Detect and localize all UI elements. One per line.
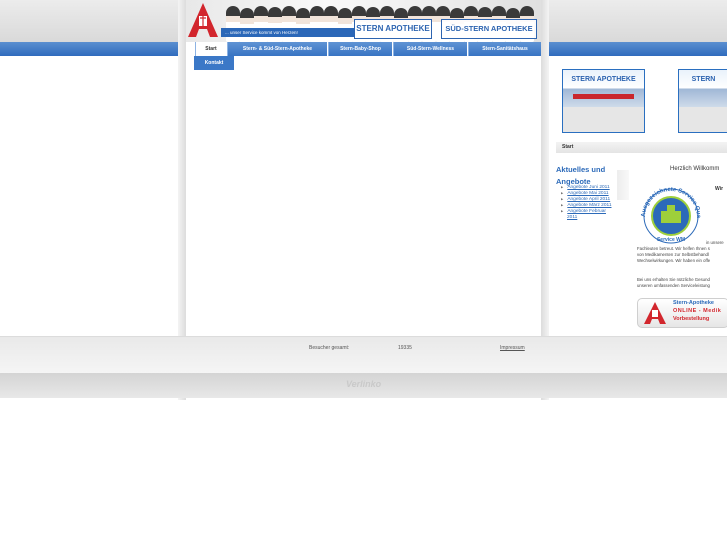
store-sign: STERN: [691, 76, 716, 83]
visitors-count: 19335: [398, 345, 412, 351]
header-tagline: ... unser Service kommt von Herzen!: [221, 28, 355, 37]
sidebar-link-februar-year[interactable]: 2011: [567, 215, 577, 220]
sidebar-link-maerz[interactable]: Angebote März 2011: [561, 203, 611, 209]
apotheke-logo-icon: [644, 302, 666, 324]
content-line-1: in unsere: [706, 240, 724, 245]
sidebar-title-line1: Aktuelles und: [556, 165, 606, 174]
sidebar-link-mai[interactable]: Angebote Mai 2011: [561, 191, 608, 197]
footer: [0, 336, 727, 373]
nav-kontakt[interactable]: Kontakt: [194, 56, 234, 70]
sidebar-link-april[interactable]: Angebote April 2011: [561, 197, 610, 203]
welcome-heading: Herzlich Willkomm: [670, 166, 720, 172]
online-banner-line2: ONLINE - Medik: [673, 308, 722, 314]
apotheke-logo-icon[interactable]: [187, 2, 219, 38]
sidebar-link-juni[interactable]: Angebote Juni 2011: [561, 185, 609, 191]
brand-sued-stern-apotheke: SÜD-STERN APOTHEKE: [441, 19, 537, 39]
online-banner-line3: Vorbestellung: [673, 316, 710, 322]
content-line-6: unseren umfassenden Serviceleistung: [637, 283, 710, 288]
sidebar-decor: [617, 170, 629, 200]
nav-start[interactable]: Start: [195, 42, 226, 56]
store-photo-sued-stern[interactable]: STERN: [678, 69, 727, 133]
impressum-link[interactable]: Impressum: [500, 345, 525, 351]
sidebar-link-februar[interactable]: Angebote Februar: [561, 209, 606, 215]
service-quality-seal-icon: Ausgezeichnete Service Qualität Service …: [637, 183, 701, 244]
content-line-2: Fachleuten betreut. Wir helfen Ihnen s: [637, 246, 710, 251]
nav-stern-sued-stern-apotheke[interactable]: Stern- & Süd-Stern-Apotheke: [227, 42, 327, 56]
wir-text: Wir: [715, 186, 724, 192]
nav-stern-baby-shop[interactable]: Stern-Baby-Shop: [328, 42, 392, 56]
store-photo-stern[interactable]: STERN APOTHEKE: [562, 69, 645, 133]
content-line-4: Wechselwirkungen. Wir haben ein offe: [637, 258, 711, 263]
nav-sued-stern-wellness[interactable]: Süd-Stern-Wellness: [393, 42, 467, 56]
store-sign: STERN APOTHEKE: [571, 76, 636, 83]
nav-stern-sanitaetshaus[interactable]: Stern-Sanitätshaus: [468, 42, 541, 56]
online-banner-line1: Stern-Apotheke: [673, 300, 714, 306]
breadcrumb: Start: [556, 142, 727, 153]
content-line-5: Bei uns erhalten Sie nützliche Gesund: [637, 277, 710, 282]
seal-bottom-text: Service WM: [657, 237, 685, 243]
store-red-band: [573, 94, 634, 99]
verlinko-logo[interactable]: Verlinko: [346, 379, 381, 389]
visitors-label: Besucher gesamt:: [309, 345, 350, 351]
brand-stern-apotheke: STERN APOTHEKE: [354, 19, 432, 39]
content-line-3: von Medikamenten zur Selbstbehandl: [637, 252, 709, 257]
